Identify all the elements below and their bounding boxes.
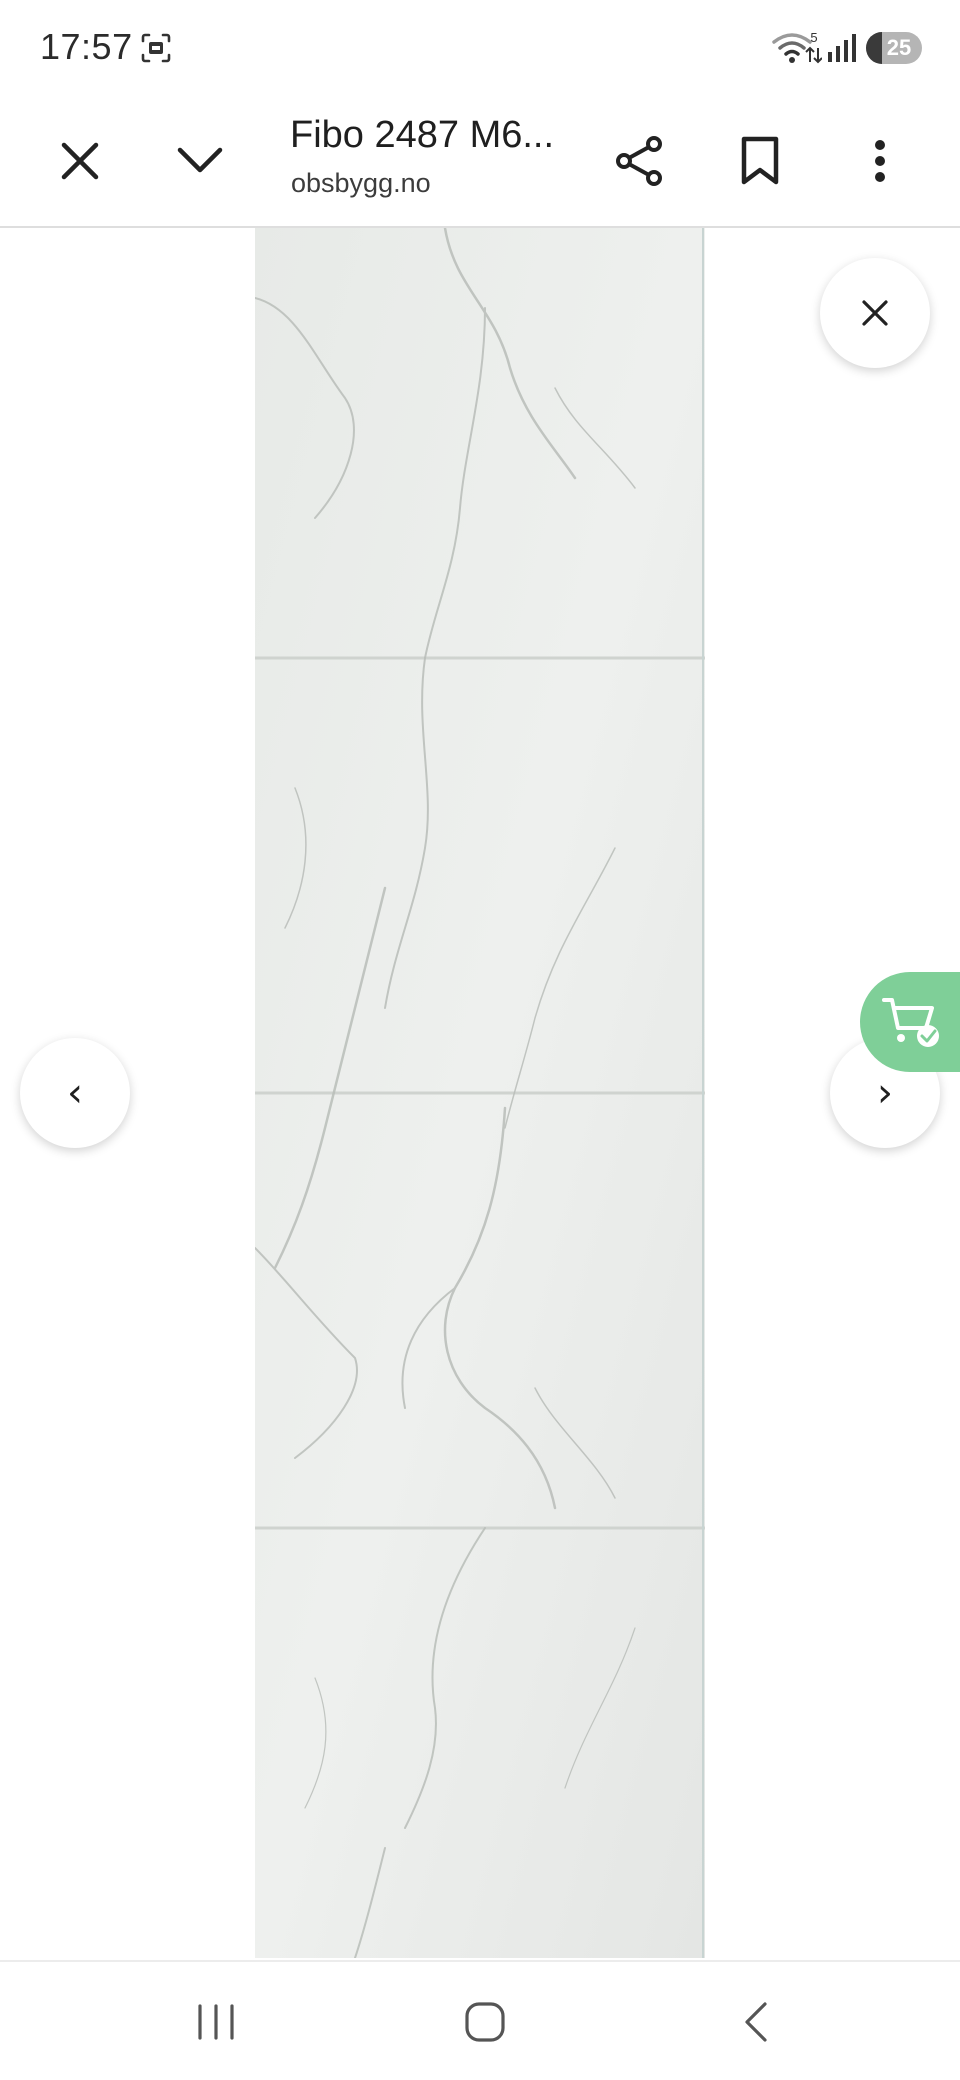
- close-icon: [862, 300, 888, 326]
- home-icon: [465, 2002, 505, 2042]
- browser-toolbar: Fibo 2487 M6... obsbygg.no: [0, 96, 960, 228]
- battery-percent: 25: [886, 35, 912, 60]
- signal-icon: [828, 34, 856, 62]
- recent-apps-button[interactable]: [176, 1982, 256, 2062]
- screenshot-icon: [141, 33, 171, 63]
- more-vert-icon: [875, 140, 885, 182]
- close-icon: [61, 142, 99, 180]
- page-domain[interactable]: obsbygg.no: [291, 168, 431, 199]
- recent-apps-icon: [198, 2004, 234, 2040]
- status-time: 17:57: [40, 26, 133, 67]
- home-button[interactable]: [445, 1982, 525, 2062]
- minimize-tab-button[interactable]: [160, 121, 240, 201]
- more-options-button[interactable]: [840, 121, 920, 201]
- share-button[interactable]: [600, 121, 680, 201]
- battery-icon: 25: [866, 32, 922, 64]
- chevron-left-icon: ‹: [67, 1070, 83, 1116]
- image-viewer: ‹ ›: [0, 228, 960, 1958]
- previous-image-button[interactable]: ‹: [20, 1038, 130, 1148]
- close-viewer-button[interactable]: [820, 258, 930, 368]
- back-icon: [745, 2002, 767, 2042]
- navigation-bar: [0, 1960, 960, 2080]
- close-tab-button[interactable]: [40, 121, 120, 201]
- page-title[interactable]: Fibo 2487 M6...: [290, 114, 560, 157]
- share-icon: [616, 136, 662, 186]
- bookmark-button[interactable]: [720, 121, 800, 201]
- chevron-right-icon: ›: [877, 1070, 893, 1116]
- product-image[interactable]: [255, 228, 705, 1958]
- cart-check-icon: [882, 998, 939, 1047]
- wifi-icon: 5: [772, 30, 822, 64]
- chevron-down-icon: [177, 147, 223, 173]
- back-button[interactable]: [715, 1982, 795, 2062]
- status-bar: 17:57 5 25: [0, 0, 960, 96]
- network-type-label: 5: [810, 30, 817, 45]
- cart-button[interactable]: [860, 972, 960, 1072]
- bookmark-icon: [741, 136, 779, 185]
- screen: 17:57 5 25 Fibo 2487 M6... obsbygg.no ‹ …: [0, 0, 960, 2080]
